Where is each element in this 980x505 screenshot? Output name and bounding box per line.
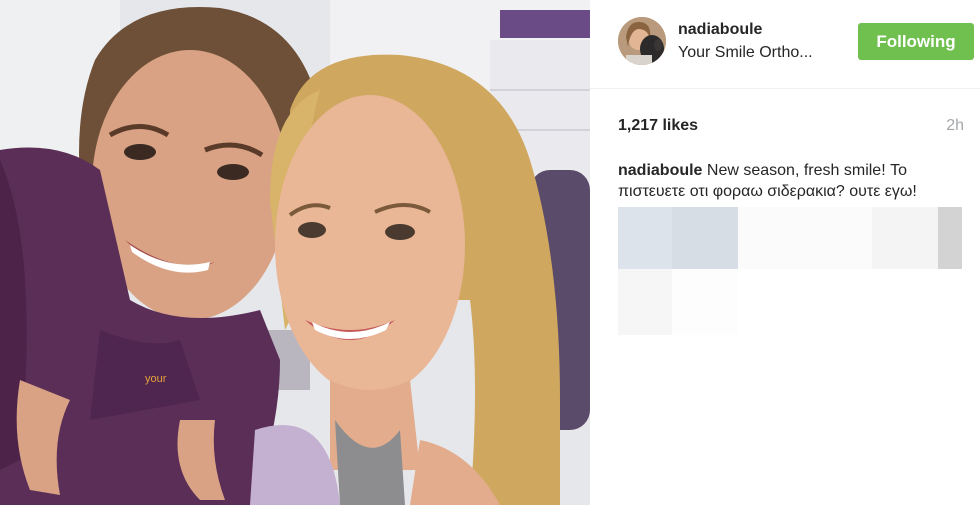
avatar[interactable] xyxy=(618,17,666,65)
caption-username[interactable]: nadiaboule xyxy=(618,162,702,179)
redacted-block xyxy=(618,207,672,269)
selfie-illustration: your xyxy=(0,0,590,505)
post-caption: nadiaboule New season, fresh smile! Το π… xyxy=(618,160,968,202)
redacted-block xyxy=(672,207,738,269)
redacted-block xyxy=(738,207,872,269)
location-link[interactable]: Your Smile Ortho... xyxy=(678,44,813,62)
avatar-image xyxy=(618,17,666,65)
redacted-block xyxy=(938,207,962,269)
likes-count[interactable]: 1,217 likes xyxy=(618,117,698,135)
post-header: nadiaboule Your Smile Ortho... Following xyxy=(590,0,980,89)
post-sidebar: nadiaboule Your Smile Ortho... Following… xyxy=(590,0,980,505)
instagram-post: your nadiaboule Your Smile Ortho... Foll… xyxy=(0,0,980,505)
redacted-block xyxy=(618,269,672,335)
shirt-logo-text: your xyxy=(145,373,167,385)
redacted-block xyxy=(672,269,738,335)
post-time[interactable]: 2h xyxy=(946,117,964,135)
username-link[interactable]: nadiaboule xyxy=(678,21,762,39)
redacted-comments xyxy=(618,207,962,335)
following-button[interactable]: Following xyxy=(858,23,974,60)
post-photo[interactable]: your xyxy=(0,0,590,505)
redacted-block xyxy=(872,207,938,269)
